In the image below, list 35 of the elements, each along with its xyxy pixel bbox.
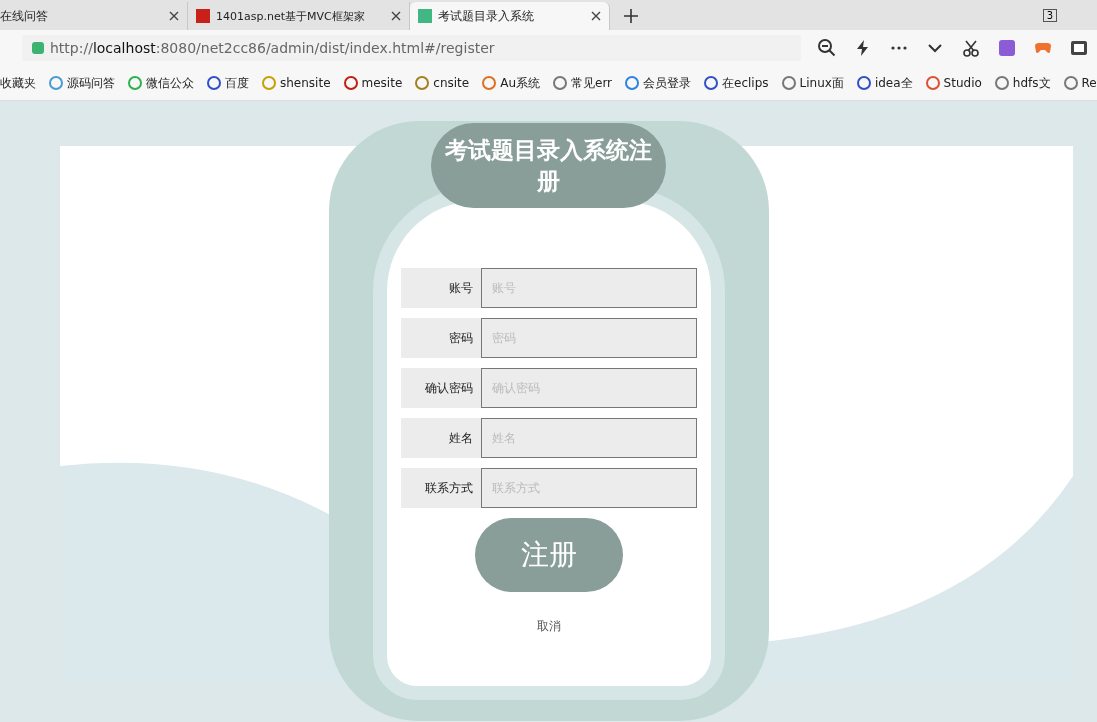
field-label: 确认密码	[423, 380, 474, 397]
field-label: 账号	[447, 280, 474, 297]
bookmark-item[interactable]: Re	[1063, 76, 1097, 90]
bookmark-item[interactable]: cnsite	[415, 76, 470, 90]
bookmark-item[interactable]: 会员登录	[625, 74, 692, 92]
bookmark-item[interactable]: 常见err	[553, 74, 613, 92]
close-icon[interactable]	[169, 11, 179, 21]
bookmark-item[interactable]: shensite	[262, 76, 331, 90]
bookmark-item[interactable]: 微信公众	[128, 74, 194, 92]
bookmark-item[interactable]: hdfs文	[994, 74, 1051, 92]
bookmark-item[interactable]: Au系统	[482, 74, 540, 92]
plus-icon[interactable]	[624, 9, 638, 23]
bookmark-item[interactable]: Studio	[925, 76, 982, 90]
bookmark-item[interactable]: 源码问答	[49, 74, 115, 92]
bookmark-item[interactable]: Linux面	[781, 74, 844, 92]
close-icon[interactable]	[391, 11, 401, 21]
bookmark-item[interactable]: idea全	[856, 74, 913, 92]
browser-tab[interactable]: 考试题目录入系统	[410, 2, 610, 30]
bookmark-item[interactable]: 收藏夹	[0, 74, 36, 92]
field-label: 姓名	[447, 430, 474, 447]
address-field[interactable]: http://localhost:8080/net2cc86/admin/dist/index.html#/register	[22, 35, 801, 61]
form-title: 考试题目录入系统注册	[431, 123, 666, 208]
cancel-link[interactable]: 取消	[536, 618, 561, 635]
field-label: 联系方式	[423, 480, 474, 497]
page-icon	[196, 9, 210, 23]
bookmark-item[interactable]: 百度	[207, 74, 249, 92]
page-icon	[418, 9, 432, 23]
zoom-out-icon[interactable]	[817, 38, 837, 58]
reader-icon[interactable]	[1069, 38, 1089, 58]
field-label: 密码	[447, 330, 474, 347]
tab-count[interactable]: 3	[1042, 9, 1057, 22]
scissors-icon[interactable]	[961, 38, 981, 58]
bookmark-item[interactable]: 在eclips	[704, 74, 769, 92]
close-icon[interactable]	[591, 11, 601, 21]
bookmark-item[interactable]: mesite	[343, 76, 403, 90]
